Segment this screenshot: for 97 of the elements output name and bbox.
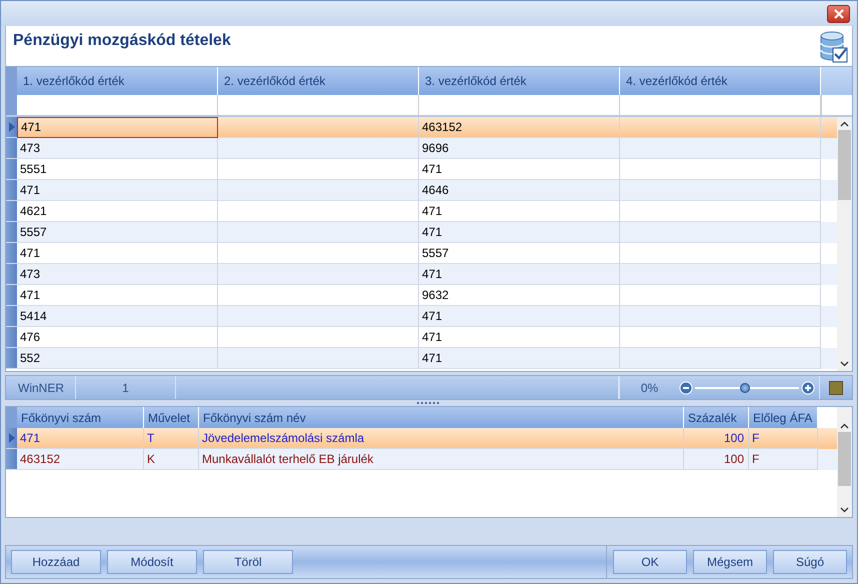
table-row[interactable]: 471 4646 — [6, 180, 837, 201]
table-row[interactable]: 5557 471 — [6, 222, 837, 243]
table-cell: 9696 — [422, 141, 449, 155]
table-cell: 5414 — [20, 309, 47, 323]
table-cell: K — [147, 452, 156, 466]
column-header[interactable]: 4. vezérlőkód érték — [620, 67, 821, 95]
zoom-out-icon[interactable] — [679, 380, 693, 394]
table-cell: 473 — [20, 141, 40, 155]
column-header[interactable]: 3. vezérlőkód érték — [419, 67, 620, 95]
table-cell: 471 — [20, 246, 40, 260]
scrollbar[interactable] — [837, 117, 852, 371]
table-cell: 471 — [422, 351, 442, 365]
square-icon — [829, 380, 843, 394]
table-cell: 463152 — [422, 120, 462, 134]
row-selector[interactable] — [6, 264, 17, 285]
table-row[interactable]: 471 T Jövedelemelszámolási számla 100 F — [6, 428, 837, 449]
table-cell: 463152 — [20, 452, 60, 466]
table-cell: 5551 — [20, 162, 47, 176]
table-cell: 471 — [20, 431, 40, 445]
table-cell: 471 — [422, 162, 442, 176]
row-selector[interactable] — [6, 348, 17, 369]
table-cell: Munkavállalót terhelő EB járulék — [202, 452, 374, 466]
column-header[interactable]: 1. vezérlőkód érték — [17, 67, 218, 95]
table-row[interactable]: 473 471 — [6, 264, 837, 285]
row-selector[interactable] — [6, 428, 17, 449]
row-selector[interactable] — [6, 306, 17, 327]
row-selector[interactable] — [6, 159, 17, 180]
scrollbar[interactable] — [837, 407, 852, 517]
row-selector[interactable] — [6, 327, 17, 348]
record-count: 1 — [76, 376, 176, 399]
scroll-up-icon[interactable] — [840, 121, 849, 127]
table-cell: 100 — [724, 452, 744, 466]
table-cell: F — [752, 431, 760, 445]
table-cell: 9632 — [422, 288, 449, 302]
scroll-down-icon[interactable] — [840, 507, 849, 513]
database-check-icon — [820, 31, 848, 63]
column-header[interactable]: Százalék — [684, 407, 749, 428]
table-row[interactable]: 463152 K Munkavállalót terhelő EB járulék 100 F — [6, 449, 837, 470]
row-selector[interactable] — [6, 243, 17, 264]
table-cell: 471 — [20, 288, 40, 302]
row-header-cell — [6, 67, 17, 95]
slider-thumb[interactable] — [740, 382, 750, 392]
table-cell: 471 — [20, 183, 40, 197]
table-row[interactable]: 471 463152 — [6, 117, 837, 138]
table-cell: 471 — [21, 120, 42, 134]
close-button[interactable] — [827, 4, 850, 22]
table-cell: 471 — [422, 225, 442, 239]
row-selector[interactable] — [6, 201, 17, 222]
table-cell: 473 — [20, 267, 40, 281]
row-header-cell — [6, 95, 17, 115]
action-button[interactable]: Módosít — [107, 550, 197, 574]
dialog-button[interactable]: Mégsem — [693, 550, 767, 574]
table-row[interactable]: 5414 471 — [6, 306, 837, 327]
table-cell: 471 — [422, 309, 442, 323]
row-selector[interactable] — [6, 449, 17, 470]
action-button[interactable]: Töröl — [203, 550, 293, 574]
window-title: Pénzügyi mozgáskód tételek — [13, 32, 231, 50]
table-cell: 5557 — [422, 246, 449, 260]
zoom-percent: 0% — [619, 376, 679, 399]
dialog-button[interactable]: Súgó — [773, 550, 847, 574]
header-filler — [821, 67, 852, 95]
row-pointer-icon — [8, 433, 14, 443]
table-cell: 100 — [724, 431, 744, 445]
scroll-down-icon[interactable] — [840, 361, 849, 367]
column-header[interactable]: Művelet — [144, 407, 199, 428]
row-pointer-icon — [8, 122, 14, 132]
scroll-thumb[interactable] — [838, 432, 851, 486]
row-header-cell — [6, 407, 17, 428]
row-selector[interactable] — [6, 180, 17, 201]
column-header[interactable]: 2. vezérlőkód érték — [218, 67, 419, 95]
zoom-in-icon[interactable] — [801, 380, 815, 394]
action-button[interactable]: Hozzáad — [11, 550, 101, 574]
column-header[interactable]: Előleg ÁFA — [749, 407, 818, 428]
table-cell: F — [752, 452, 760, 466]
column-header[interactable]: Főkönyvi szám — [17, 407, 144, 428]
table-cell: 4646 — [422, 183, 449, 197]
scroll-up-icon[interactable] — [840, 423, 849, 429]
row-selector[interactable] — [6, 138, 17, 159]
column-header[interactable]: Főkönyvi szám név — [199, 407, 684, 428]
table-cell: 471 — [422, 204, 442, 218]
table-cell: 552 — [20, 351, 40, 365]
table-cell: 5557 — [20, 225, 47, 239]
dialog-button[interactable]: OK — [613, 550, 687, 574]
table-cell: Jövedelemelszámolási számla — [202, 431, 364, 445]
table-cell: 471 — [422, 267, 442, 281]
table-cell: 471 — [422, 330, 442, 344]
table-cell: 476 — [20, 330, 40, 344]
scroll-thumb[interactable] — [838, 130, 851, 200]
table-row[interactable]: 552 471 — [6, 348, 837, 369]
table-cell: 4621 — [20, 204, 47, 218]
close-icon — [834, 8, 844, 18]
table-cell: T — [147, 431, 154, 445]
row-selector[interactable] — [6, 117, 17, 138]
row-selector[interactable] — [6, 222, 17, 243]
table-row[interactable]: 473 9696 — [6, 138, 837, 159]
row-selector[interactable] — [6, 285, 17, 306]
app-name: WinNER — [6, 376, 76, 399]
